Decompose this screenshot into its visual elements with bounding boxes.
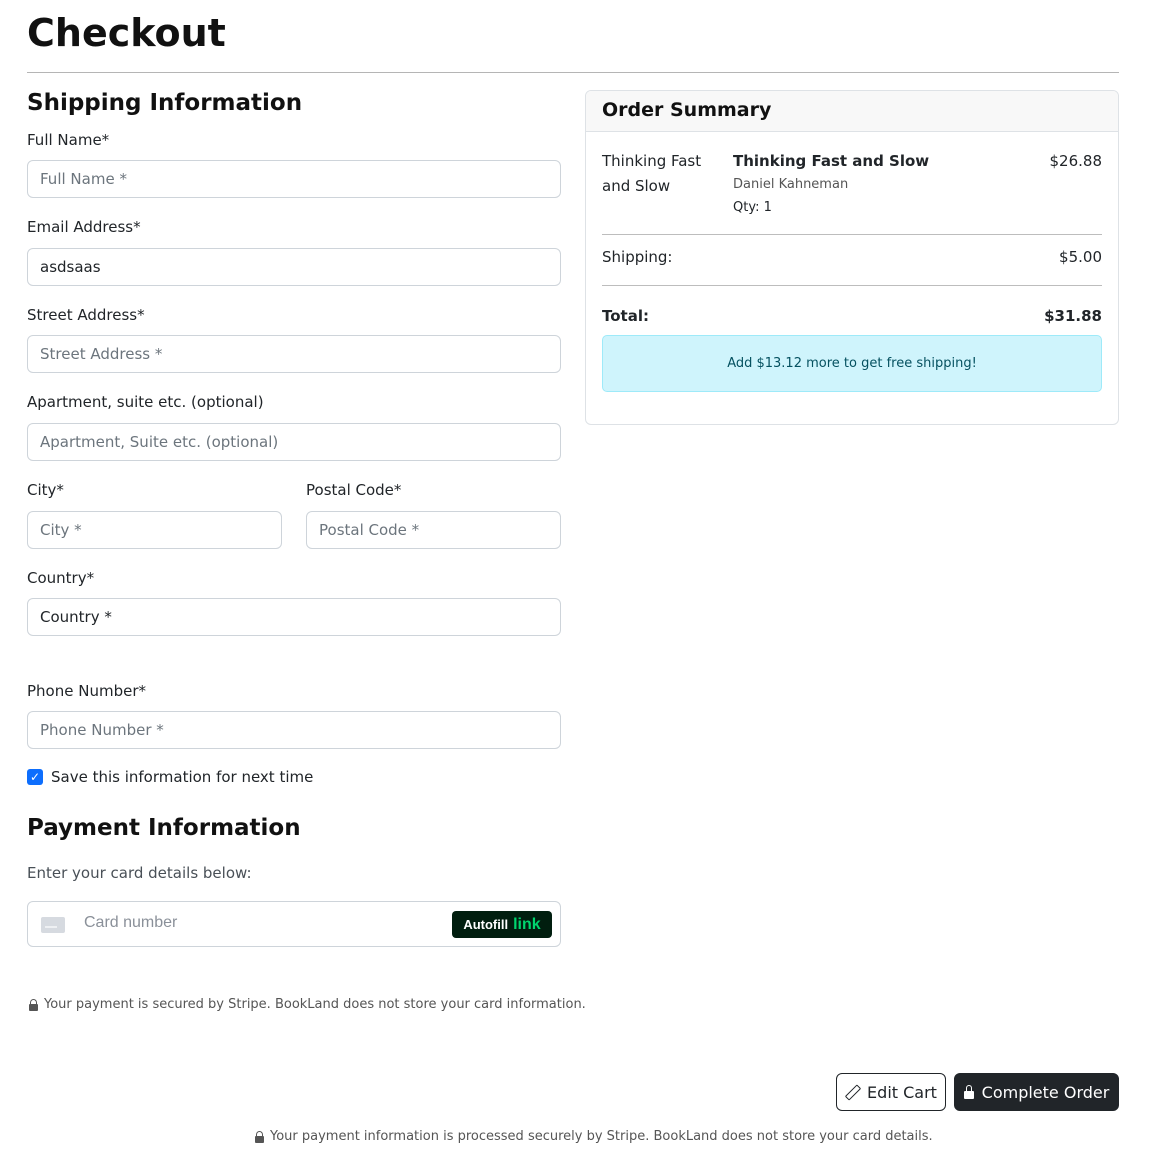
complete-order-button[interactable]: Complete Order xyxy=(954,1073,1119,1111)
total-label: Total: xyxy=(602,307,649,325)
footer-secure-text: Your payment information is processed se… xyxy=(270,1129,933,1144)
apartment-label: Apartment, suite etc. (optional) xyxy=(27,393,264,411)
shipping-cost-label: Shipping: xyxy=(602,248,673,266)
autofill-label: Autofill xyxy=(463,917,509,932)
lock-icon xyxy=(963,1085,974,1099)
phone-label: Phone Number* xyxy=(27,682,146,700)
postal-code-label: Postal Code* xyxy=(306,481,402,499)
email-label: Email Address* xyxy=(27,218,141,236)
total-value: $31.88 xyxy=(1044,307,1102,325)
postal-code-input[interactable] xyxy=(306,511,561,549)
save-info-checkbox[interactable]: ✓ xyxy=(27,769,43,785)
footer-secure-note: Your payment information is processed se… xyxy=(255,1129,933,1144)
edit-cart-button[interactable]: Edit Cart xyxy=(836,1073,946,1111)
full-name-label: Full Name* xyxy=(27,131,110,149)
item-title: Thinking Fast and Slow xyxy=(733,152,930,170)
summary-divider xyxy=(602,234,1102,235)
country-label: Country* xyxy=(27,569,95,587)
city-label: City* xyxy=(27,481,64,499)
street-input[interactable] xyxy=(27,335,561,373)
street-label: Street Address* xyxy=(27,306,145,324)
link-brand: link xyxy=(513,915,541,933)
payment-heading: Payment Information xyxy=(27,815,301,841)
pencil-icon xyxy=(845,1085,859,1099)
item-price: $26.88 xyxy=(1049,152,1103,170)
complete-order-label: Complete Order xyxy=(981,1082,1110,1102)
lock-icon xyxy=(255,1130,264,1143)
lock-icon xyxy=(29,998,38,1011)
shipping-heading: Shipping Information xyxy=(27,90,303,116)
item-author: Daniel Kahneman xyxy=(733,177,849,192)
save-info-row[interactable]: ✓ Save this information for next time xyxy=(27,768,313,786)
shipping-cost-value: $5.00 xyxy=(1059,248,1102,266)
save-info-label: Save this information for next time xyxy=(51,768,314,786)
order-summary-card: Order Summary Thinking Fast and Slow Thi… xyxy=(585,90,1119,425)
payment-instructions: Enter your card details below: xyxy=(27,864,252,882)
page-title: Checkout xyxy=(27,11,226,55)
edit-cart-label: Edit Cart xyxy=(867,1082,937,1102)
credit-card-icon xyxy=(41,917,65,933)
city-input[interactable] xyxy=(27,511,282,549)
payment-secure-note: Your payment is secured by Stripe. BookL… xyxy=(29,997,586,1012)
book-image: Thinking Fast and Slow xyxy=(602,152,702,195)
item-quantity: Qty: 1 xyxy=(733,200,772,215)
free-shipping-alert: Add $13.12 more to get free shipping! xyxy=(602,335,1102,392)
order-summary-heading: Order Summary xyxy=(586,91,1118,132)
phone-input[interactable] xyxy=(27,711,561,749)
apartment-input[interactable] xyxy=(27,423,561,461)
card-number-placeholder: Card number xyxy=(84,914,178,931)
payment-secure-text: Your payment is secured by Stripe. BookL… xyxy=(44,997,586,1012)
country-select[interactable] xyxy=(27,598,561,636)
summary-divider xyxy=(602,285,1102,286)
full-name-input[interactable] xyxy=(27,160,561,198)
email-input[interactable] xyxy=(27,248,561,286)
autofill-link-button[interactable]: Autofill link xyxy=(452,911,552,938)
card-number-field[interactable]: Card number Autofill link xyxy=(27,901,561,947)
title-divider xyxy=(27,72,1119,73)
